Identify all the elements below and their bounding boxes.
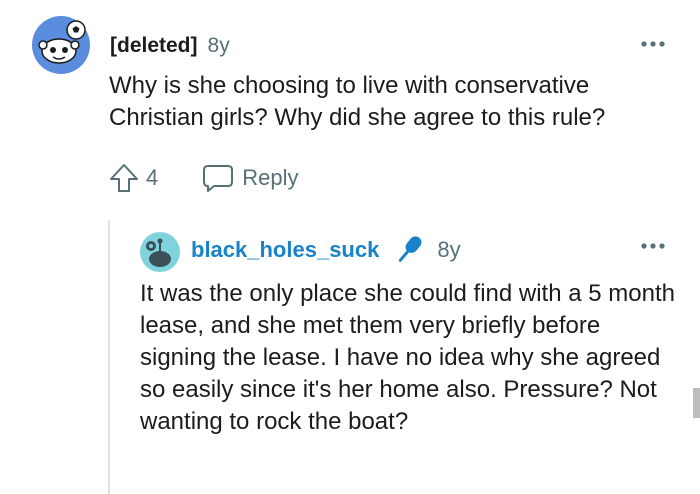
reply-body: It was the only place she could find wit… <box>140 280 675 435</box>
upvote-button[interactable]: 4 <box>108 162 158 194</box>
comment-age: 8y <box>207 34 230 57</box>
reply-label: Reply <box>242 165 299 190</box>
speech-bubble-icon <box>203 165 234 192</box>
comment-body: Why is she choosing to live with conserv… <box>109 72 606 131</box>
vote-count: 4 <box>146 165 159 190</box>
thread-line[interactable] <box>108 220 110 494</box>
author-name[interactable]: [deleted] <box>110 34 198 58</box>
reply-meta: black_holes_suck 8y <box>191 236 461 264</box>
scrollbar-thumb[interactable] <box>693 388 700 418</box>
more-options-icon[interactable] <box>638 34 668 54</box>
comment-thread: [deleted] 8y Why is she choosing to live… <box>0 0 700 494</box>
upvote-arrow-icon <box>110 164 138 192</box>
reply-button[interactable]: Reply <box>202 163 299 193</box>
comment-actions: 4 Reply <box>108 160 299 196</box>
user-avatar-icon[interactable] <box>140 232 180 272</box>
reply-age: 8y <box>437 237 461 262</box>
microphone-icon <box>399 236 422 262</box>
reply-author-name[interactable]: black_holes_suck <box>191 237 379 263</box>
snoo-avatar-icon[interactable] <box>32 16 90 74</box>
comment-meta: [deleted] 8y <box>110 32 230 60</box>
more-options-icon[interactable] <box>638 236 668 256</box>
